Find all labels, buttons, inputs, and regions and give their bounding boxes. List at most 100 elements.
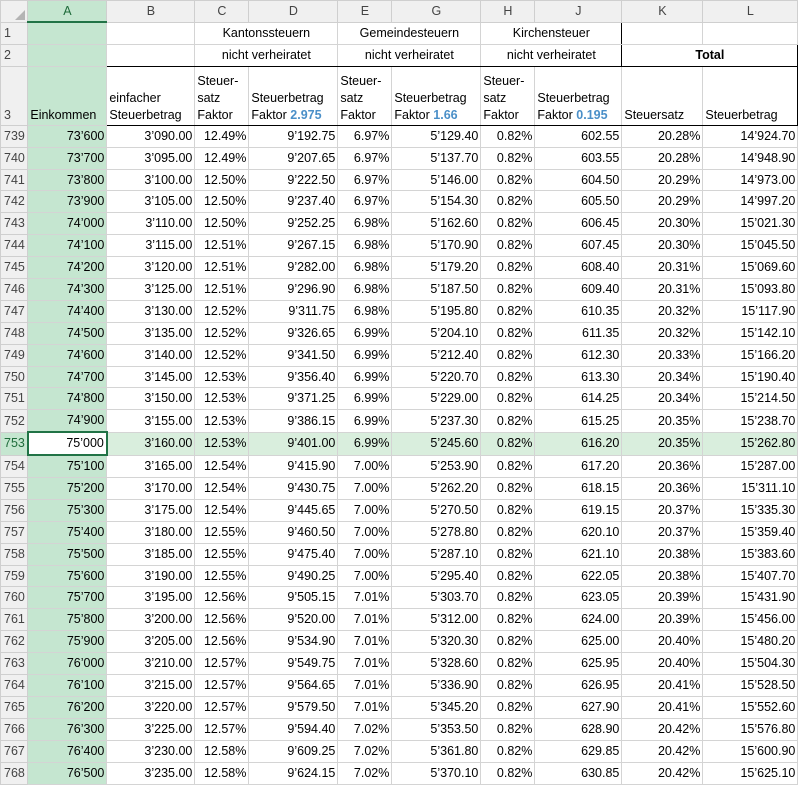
kirche-steuersatz-cell[interactable]: 0.82% bbox=[480, 674, 536, 697]
einkommen-cell[interactable]: 75’500 bbox=[27, 542, 108, 566]
row-header[interactable]: 753 bbox=[0, 431, 29, 456]
column-header-a[interactable]: A bbox=[27, 0, 108, 23]
gemeinde-steuersatz-cell[interactable]: 6.99% bbox=[337, 343, 393, 367]
row-header[interactable]: 749 bbox=[0, 343, 29, 367]
row-header[interactable]: 739 bbox=[0, 124, 29, 148]
kirche-steuersatz-cell[interactable]: 0.82% bbox=[480, 454, 536, 479]
kirche-steuersatz-cell[interactable]: 0.82% bbox=[480, 520, 536, 544]
einkommen-cell[interactable]: 74’300 bbox=[27, 278, 108, 301]
gemeinde-steuersatz-cell[interactable]: 7.02% bbox=[337, 739, 393, 763]
einfacher-steuerbetrag-cell[interactable]: 3’230.00 bbox=[106, 739, 196, 763]
einfacher-steuerbetrag-cell[interactable]: 3’190.00 bbox=[106, 564, 196, 588]
total-steuerbetrag-cell[interactable]: 15’504.30 bbox=[702, 652, 799, 676]
row-header[interactable]: 758 bbox=[0, 542, 29, 566]
total-steuersatz-cell[interactable]: 20.38% bbox=[621, 542, 704, 566]
total-steuersatz-cell[interactable]: 20.38% bbox=[621, 564, 704, 588]
einfacher-steuerbetrag-cell[interactable]: 3’220.00 bbox=[106, 695, 196, 719]
kanton-steuersatz-cell[interactable]: 12.51% bbox=[194, 234, 250, 258]
total-steuerbetrag-cell[interactable]: 15’238.70 bbox=[702, 409, 799, 433]
gemeinde-steuerbetrag-cell[interactable]: 5’204.10 bbox=[391, 321, 482, 345]
kirche-steuersatz-cell[interactable]: 0.82% bbox=[480, 739, 536, 763]
gemeinde-steuerbetrag-cell[interactable]: 5’345.20 bbox=[391, 695, 482, 719]
row-header[interactable]: 745 bbox=[0, 256, 29, 280]
kanton-steuersatz-cell[interactable]: 12.55% bbox=[194, 520, 250, 544]
row-header[interactable]: 748 bbox=[0, 321, 29, 345]
total-steuersatz-cell[interactable]: 20.29% bbox=[621, 190, 704, 214]
gemeinde-steuerbetrag-cell[interactable]: 5’336.90 bbox=[391, 674, 482, 697]
gemeinde-steuerbetrag-cell[interactable]: 5’170.90 bbox=[391, 234, 482, 258]
kirche-steuersatz-cell[interactable]: 0.82% bbox=[480, 212, 536, 236]
kirche-steuerbetrag-cell[interactable]: 617.20 bbox=[534, 454, 623, 479]
row-header[interactable]: 761 bbox=[0, 608, 29, 632]
total-steuersatz-cell[interactable]: 20.28% bbox=[621, 146, 704, 170]
kirche-steuerbetrag-cell[interactable]: 603.55 bbox=[534, 146, 623, 170]
total-steuersatz-cell[interactable]: 20.33% bbox=[621, 343, 704, 367]
gemeinde-steuerbetrag-cell[interactable]: 5’278.80 bbox=[391, 520, 482, 544]
einfacher-steuerbetrag-cell[interactable]: 3’110.00 bbox=[106, 212, 196, 236]
kanton-steuersatz-cell[interactable]: 12.54% bbox=[194, 477, 250, 500]
gemeinde-steuersatz-cell[interactable]: 7.00% bbox=[337, 498, 393, 522]
gemeinde-steuerbetrag-cell[interactable]: 5’295.40 bbox=[391, 564, 482, 588]
kirche-steuerbetrag-cell[interactable]: 625.95 bbox=[534, 652, 623, 676]
row-header[interactable]: 755 bbox=[0, 477, 29, 500]
kirche-subtitle[interactable]: nicht verheiratet bbox=[480, 43, 623, 67]
gemeinde-steuersatz-cell[interactable]: 7.00% bbox=[337, 477, 393, 500]
total-header[interactable]: Total bbox=[621, 43, 799, 67]
kanton-steuerbetrag-cell[interactable]: 9’326.65 bbox=[248, 321, 339, 345]
einfacher-steuerbetrag-cell[interactable]: 3’205.00 bbox=[106, 630, 196, 654]
einkommen-cell[interactable]: 76’100 bbox=[27, 674, 108, 697]
kirche-steuersatz-cell[interactable]: 0.82% bbox=[480, 387, 536, 411]
kirche-steuersatz-cell[interactable]: 0.82% bbox=[480, 409, 536, 433]
kanton-steuersatz-cell[interactable]: 12.49% bbox=[194, 146, 250, 170]
total-steuerbetrag-cell[interactable]: 15’625.10 bbox=[702, 761, 799, 785]
kanton-steuersatz-cell[interactable]: 12.58% bbox=[194, 761, 250, 785]
einkommen-cell[interactable]: 75’700 bbox=[27, 586, 108, 610]
kirchensteuer-title[interactable]: Kirchensteuer bbox=[480, 21, 623, 45]
kanton-steuerbetrag-cell[interactable]: 9’475.40 bbox=[248, 542, 339, 566]
row-header[interactable]: 742 bbox=[0, 190, 29, 214]
kanton-steuersatz-cell[interactable]: 12.53% bbox=[194, 409, 250, 433]
kirche-steuersatz-cell[interactable]: 0.82% bbox=[480, 630, 536, 654]
gemeinde-steuersatz-cell[interactable]: 6.97% bbox=[337, 168, 393, 192]
kirche-steuersatz-cell[interactable]: 0.82% bbox=[480, 234, 536, 258]
gemeinde-steuersatz-cell[interactable]: 7.01% bbox=[337, 652, 393, 676]
kanton-steuersatz-cell[interactable]: 12.55% bbox=[194, 564, 250, 588]
kanton-steuersatz-cell[interactable]: 12.49% bbox=[194, 124, 250, 148]
total-steuersatz-header[interactable]: Steuersatz bbox=[621, 65, 704, 126]
row-header[interactable]: 759 bbox=[0, 564, 29, 588]
gemeinde-steuersatz-cell[interactable]: 6.98% bbox=[337, 299, 393, 323]
row-header[interactable]: 762 bbox=[0, 630, 29, 654]
total-steuersatz-cell[interactable]: 20.32% bbox=[621, 299, 704, 323]
kirche-satz-header[interactable]: Steuer-satz Faktor bbox=[480, 65, 536, 126]
gemeinde-steuersatz-cell[interactable]: 6.99% bbox=[337, 365, 393, 389]
einfacher-steuerbetrag-cell[interactable]: 3’150.00 bbox=[106, 387, 196, 411]
gemeinde-steuerbetrag-cell[interactable]: 5’245.60 bbox=[391, 431, 482, 456]
kirche-steuersatz-cell[interactable]: 0.82% bbox=[480, 542, 536, 566]
total-steuersatz-cell[interactable]: 20.39% bbox=[621, 586, 704, 610]
gemeinde-steuersatz-cell[interactable]: 6.98% bbox=[337, 278, 393, 301]
einkommen-cell[interactable]: 73’900 bbox=[27, 190, 108, 214]
row-header[interactable]: 740 bbox=[0, 146, 29, 170]
kanton-steuerbetrag-cell[interactable]: 9’460.50 bbox=[248, 520, 339, 544]
total-steuersatz-cell[interactable]: 20.41% bbox=[621, 674, 704, 697]
total-steuersatz-cell[interactable]: 20.30% bbox=[621, 234, 704, 258]
total-steuerbetrag-cell[interactable]: 15’142.10 bbox=[702, 321, 799, 345]
total-steuersatz-cell[interactable]: 20.41% bbox=[621, 695, 704, 719]
total-steuerbetrag-cell[interactable]: 15’021.30 bbox=[702, 212, 799, 236]
gemeinde-steuerbetrag-cell[interactable]: 5’129.40 bbox=[391, 124, 482, 148]
kirche-steuerbetrag-cell[interactable]: 630.85 bbox=[534, 761, 623, 785]
kanton-steuersatz-cell[interactable]: 12.53% bbox=[194, 365, 250, 389]
einfacher-steuerbetrag-cell[interactable]: 3’175.00 bbox=[106, 498, 196, 522]
row-header[interactable]: 1 bbox=[0, 21, 29, 45]
total-steuersatz-cell[interactable]: 20.35% bbox=[621, 409, 704, 433]
gemeinde-steuersatz-cell[interactable]: 6.97% bbox=[337, 190, 393, 214]
kanton-steuerbetrag-cell[interactable]: 9’237.40 bbox=[248, 190, 339, 214]
row-header[interactable]: 3 bbox=[0, 65, 29, 126]
gemeinde-steuerbetrag-cell[interactable]: 5’229.00 bbox=[391, 387, 482, 411]
einfacher-steuerbetrag-cell[interactable]: 3’210.00 bbox=[106, 652, 196, 676]
row-header[interactable]: 741 bbox=[0, 168, 29, 192]
gemeinde-steuersatz-cell[interactable]: 6.99% bbox=[337, 409, 393, 433]
row-header[interactable]: 764 bbox=[0, 674, 29, 697]
kanton-steuersatz-cell[interactable]: 12.52% bbox=[194, 321, 250, 345]
select-all-corner[interactable] bbox=[0, 0, 29, 23]
